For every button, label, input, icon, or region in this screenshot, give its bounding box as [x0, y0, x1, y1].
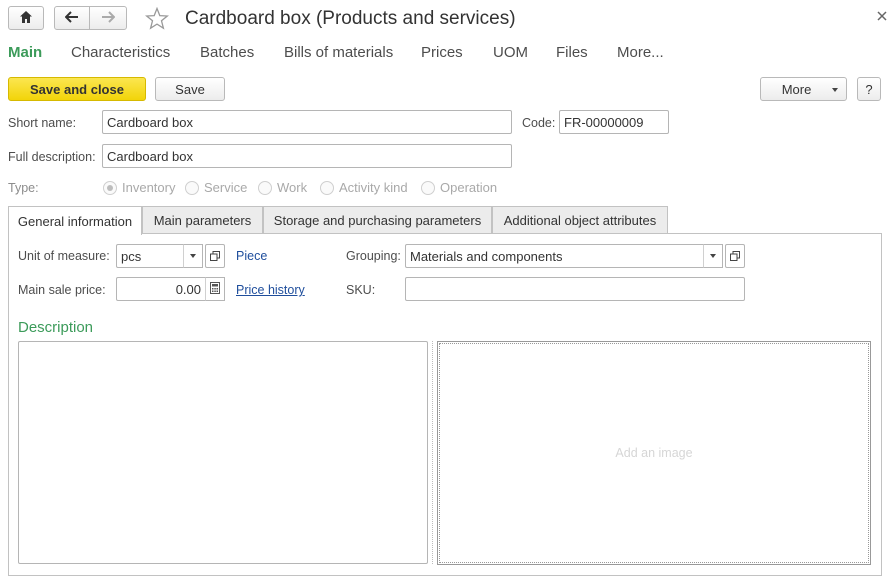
sku-label: SKU: [346, 283, 376, 297]
type-activity-kind-label: Activity kind [339, 180, 408, 195]
image-area[interactable]: Add an image [437, 341, 871, 565]
nav-characteristics[interactable]: Characteristics [71, 44, 170, 61]
radio-icon [258, 180, 272, 195]
main-sale-price-value: 0.00 [175, 281, 201, 297]
radio-icon [320, 180, 334, 195]
tab-main-parameters[interactable]: Main parameters [142, 206, 263, 234]
uom-open-button[interactable] [205, 244, 225, 268]
type-work-label: Work [277, 180, 308, 195]
radio-selected-icon [103, 180, 117, 195]
tab-general-information[interactable]: General information [8, 206, 142, 235]
add-image-placeholder: Add an image [615, 446, 693, 460]
help-button[interactable]: ? [857, 77, 881, 101]
forward-button[interactable] [89, 6, 127, 30]
uom-link[interactable]: Piece [236, 249, 267, 263]
nav-more[interactable]: More... [617, 44, 664, 61]
uom-field[interactable]: pcs [116, 244, 184, 268]
type-operation-label: Operation [440, 180, 498, 195]
main-sale-price-field[interactable]: 0.00 [116, 277, 206, 301]
grouping-label: Grouping: [346, 249, 401, 263]
sku-field[interactable] [405, 277, 745, 301]
home-icon [19, 10, 33, 27]
page-title: Cardboard box (Products and services) [185, 8, 516, 29]
type-service-label: Service [204, 180, 248, 195]
type-inventory-label: Inventory [122, 180, 176, 195]
splitter[interactable] [432, 341, 433, 564]
radio-icon [185, 180, 199, 195]
radio-icon [421, 180, 435, 195]
nav-files[interactable]: Files [556, 44, 588, 61]
type-radio-inventory[interactable]: Inventory [103, 180, 175, 195]
uom-dropdown-button[interactable] [183, 244, 203, 268]
nav-bills-of-materials[interactable]: Bills of materials [284, 44, 393, 61]
description-heading: Description [18, 319, 94, 336]
home-button[interactable] [8, 6, 44, 30]
tab-storage-purchasing[interactable]: Storage and purchasing parameters [263, 206, 492, 234]
type-radio-service[interactable]: Service [185, 180, 247, 195]
chevron-down-icon [190, 254, 196, 258]
tab-additional-attributes[interactable]: Additional object attributes [492, 206, 668, 234]
type-radio-activity-kind[interactable]: Activity kind [320, 180, 408, 195]
grouping-open-button[interactable] [725, 244, 745, 268]
code-field[interactable]: FR-00000009 [559, 110, 669, 134]
arrow-right-icon [101, 10, 116, 26]
open-window-icon [730, 249, 740, 264]
grouping-dropdown-button[interactable] [703, 244, 723, 268]
nav-main[interactable]: Main [8, 44, 42, 61]
calculator-button[interactable] [205, 277, 225, 301]
full-description-field[interactable]: Cardboard box [102, 144, 512, 168]
open-window-icon [210, 249, 220, 264]
arrow-left-icon [64, 10, 79, 26]
nav-uom[interactable]: UOM [493, 44, 528, 61]
more-label: More [781, 81, 812, 97]
more-button[interactable]: More [760, 77, 847, 101]
nav-prices[interactable]: Prices [421, 44, 463, 61]
type-radio-operation[interactable]: Operation [421, 180, 497, 195]
save-and-close-button[interactable]: Save and close [8, 77, 146, 101]
grouping-field[interactable]: Materials and components [405, 244, 704, 268]
short-name-label: Short name: [8, 116, 77, 130]
code-label: Code: [522, 116, 556, 130]
back-button[interactable] [54, 6, 90, 30]
full-description-label: Full description: [8, 150, 96, 164]
type-radio-work[interactable]: Work [258, 180, 307, 195]
description-textarea[interactable] [18, 341, 428, 564]
nav-batches[interactable]: Batches [200, 44, 254, 61]
favorite-star-icon[interactable] [145, 6, 169, 33]
chevron-down-icon [710, 254, 716, 258]
calculator-icon [210, 281, 220, 297]
price-history-link[interactable]: Price history [236, 283, 305, 297]
chevron-down-icon [832, 88, 838, 92]
type-label: Type: [8, 181, 39, 195]
main-sale-price-label: Main sale price: [18, 283, 106, 297]
uom-label: Unit of measure: [18, 249, 110, 263]
save-button[interactable]: Save [155, 77, 225, 101]
close-icon[interactable] [877, 9, 887, 24]
short-name-field[interactable]: Cardboard box [102, 110, 512, 134]
